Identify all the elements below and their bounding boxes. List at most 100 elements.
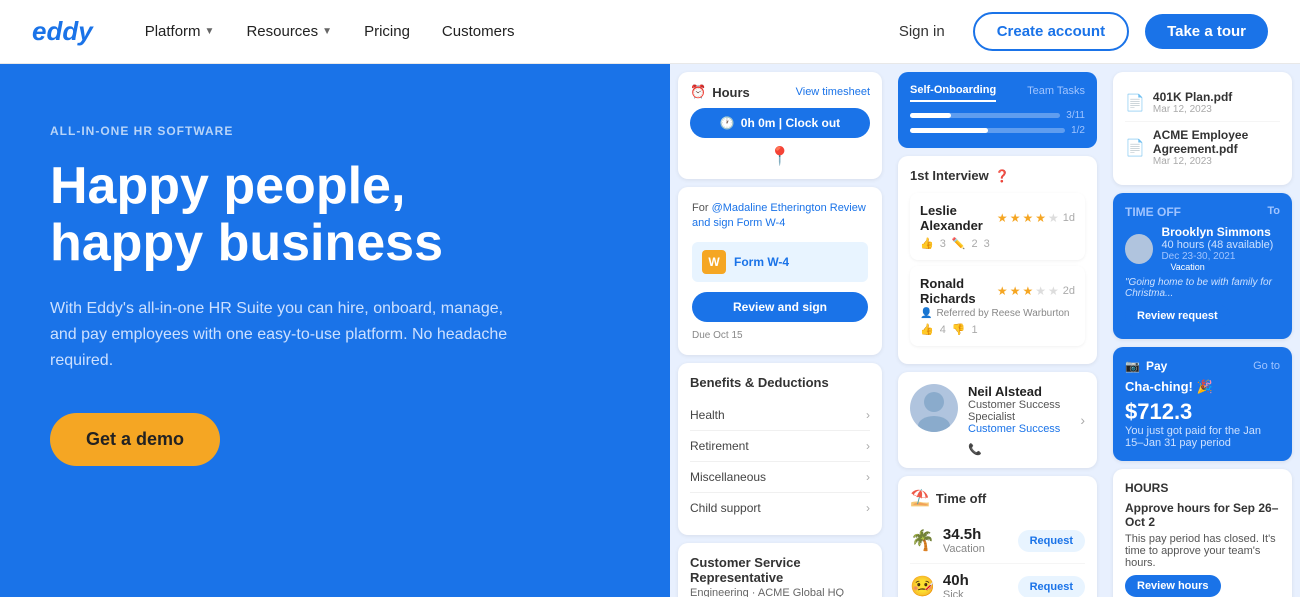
to-label: To [1267, 205, 1280, 219]
misc-arrow-icon: › [866, 470, 870, 484]
vacation-icon: 🌴 [910, 528, 935, 553]
interview-title: 1st Interview [910, 168, 989, 183]
candidate-2-name: Ronald Richards [920, 276, 997, 306]
profile-card: Neil Alstead Customer Success Specialist… [898, 372, 1097, 468]
sign-in-link[interactable]: Sign in [887, 15, 957, 48]
timeoff-employee-row: Brooklyn Simmons 40 hours (48 available)… [1125, 225, 1280, 273]
timeoff-approval-card: TIME OFF To Brooklyn Simmons 40 hours (4… [1113, 193, 1292, 339]
team-tasks-count: 1/2 [1071, 125, 1085, 136]
retirement-arrow-icon: › [866, 439, 870, 453]
employee-note: "Going home to be with family for Christ… [1125, 277, 1280, 299]
form-file-name: Form W-4 [734, 255, 789, 269]
benefits-title: Benefits & Deductions [690, 375, 870, 390]
docs-card: 📄 401K Plan.pdf Mar 12, 2023 📄 ACME Empl… [1113, 72, 1292, 185]
hours-approval-section: HOURS [1125, 481, 1280, 495]
job-title: Customer Service Representative [690, 555, 870, 585]
pay-subtitle: You just got paid for the Jan 15–Jan 31 … [1125, 425, 1280, 449]
self-onboarding-tab[interactable]: Self-Onboarding [910, 84, 996, 102]
brand-name: eddy [32, 16, 93, 47]
nav-customers[interactable]: Customers [430, 15, 527, 48]
doc-1-name: 401K Plan.pdf [1153, 90, 1280, 104]
self-onboarding-count: 3/11 [1066, 110, 1085, 121]
review-sign-button[interactable]: Review and sign [692, 292, 868, 322]
doc-2-date: Mar 12, 2023 [1153, 156, 1280, 167]
thumbdown-icon: 👎 [952, 323, 966, 336]
nav-pricing[interactable]: Pricing [352, 15, 422, 48]
hours-card: ⏰ Hours View timesheet 🕐 0h 0m | Clock o… [678, 72, 882, 179]
star-empty-icon: ★ [1048, 284, 1059, 298]
clock-circle-icon: 🕐 [720, 116, 735, 130]
nav-resources[interactable]: Resources ▼ [234, 15, 344, 48]
vacation-row: 🌴 34.5h Vacation Request [910, 518, 1085, 564]
candidate-row: Ronald Richards ★ ★ ★ ★ ★ 2d [910, 266, 1085, 346]
form-file-item: W Form W-4 [692, 242, 868, 282]
doc-info: ACME Employee Agreement.pdf Mar 12, 2023 [1153, 128, 1280, 167]
profile-arrow-icon[interactable]: › [1080, 412, 1085, 428]
star-icon: ★ [1010, 284, 1021, 298]
hours-title: ⏰ Hours [690, 84, 750, 100]
sick-request-button[interactable]: Request [1018, 576, 1085, 597]
candidate-1-days: 1d [1063, 212, 1075, 224]
sick-icon: 🤒 [910, 574, 935, 597]
vacation-type: Vacation [943, 543, 985, 555]
view-timesheet-link[interactable]: View timesheet [796, 86, 870, 98]
employee-details: Brooklyn Simmons 40 hours (48 available)… [1161, 225, 1280, 273]
team-tasks-tab[interactable]: Team Tasks [1027, 85, 1085, 101]
star-empty-icon: ★ [1035, 284, 1046, 298]
get-demo-button[interactable]: Get a demo [50, 413, 220, 466]
doc-info: 401K Plan.pdf Mar 12, 2023 [1153, 90, 1280, 115]
thumbup-icon: 👍 [920, 237, 934, 250]
camera-icon: 📷 [1125, 359, 1140, 373]
hero-section: ALL-IN-ONE HR SOFTWARE Happy people, hap… [0, 64, 670, 597]
star-empty-icon: ★ [1048, 211, 1059, 225]
team-tasks-progress-bar [910, 128, 1065, 133]
benefit-misc[interactable]: Miscellaneous › [690, 462, 870, 493]
platform-chevron-icon: ▼ [205, 26, 215, 37]
vacation-request-button[interactable]: Request [1018, 530, 1085, 552]
employee-dept: Customer Success [968, 423, 1070, 435]
clock-out-button[interactable]: 🕐 0h 0m | Clock out [690, 108, 870, 138]
benefits-card: Benefits & Deductions Health › Retiremen… [678, 363, 882, 535]
benefit-health[interactable]: Health › [690, 400, 870, 431]
person-icon: 👤 [920, 308, 932, 319]
doc-row: 📄 401K Plan.pdf Mar 12, 2023 [1125, 84, 1280, 122]
vacation-type-badge: Vacation [1165, 261, 1209, 273]
main-content: ALL-IN-ONE HR SOFTWARE Happy people, hap… [0, 64, 1300, 597]
hours-approval-card: HOURS Approve hours for Sep 26–Oct 2 Thi… [1113, 469, 1292, 597]
doc-1-date: Mar 12, 2023 [1153, 104, 1280, 115]
star-icon: ★ [1022, 211, 1033, 225]
review-request-button[interactable]: Review request [1125, 305, 1230, 327]
sick-hours: 40h [943, 572, 969, 589]
employee-name-label: Brooklyn Simmons [1161, 225, 1280, 239]
candidate-2-days: 2d [1063, 285, 1075, 297]
pay-go-label[interactable]: Go to [1253, 360, 1280, 372]
employee-role: Customer Success Specialist [968, 399, 1070, 423]
employee-name: Neil Alstead [968, 384, 1070, 399]
panels-area: ⏰ Hours View timesheet 🕐 0h 0m | Clock o… [670, 64, 1300, 597]
review-hours-button[interactable]: Review hours [1125, 575, 1221, 597]
health-arrow-icon: › [866, 408, 870, 422]
thumbup-icon: 👍 [920, 323, 934, 336]
employee-avatar [910, 384, 958, 432]
take-tour-button[interactable]: Take a tour [1145, 14, 1268, 49]
employee-info: Neil Alstead Customer Success Specialist… [968, 384, 1070, 456]
panel-col-2: Self-Onboarding Team Tasks 3/11 1/2 [890, 64, 1105, 597]
pay-amount: $712.3 [1125, 399, 1280, 425]
team-tasks-progress-row: 1/2 [910, 125, 1085, 136]
form-file-icon: W [702, 250, 726, 274]
dates-label: Dec 23-30, 2021 Vacation [1161, 251, 1280, 273]
star-icon: ★ [1035, 211, 1046, 225]
logo[interactable]: eddy [32, 16, 93, 47]
nav-platform[interactable]: Platform ▼ [133, 15, 227, 48]
star-icon: ★ [1010, 211, 1021, 225]
star-icon: ★ [997, 211, 1008, 225]
star-icon: ★ [997, 284, 1008, 298]
avatar-image [910, 384, 958, 432]
benefit-retirement[interactable]: Retirement › [690, 431, 870, 462]
benefit-child-support[interactable]: Child support › [690, 493, 870, 523]
create-account-button[interactable]: Create account [973, 12, 1129, 51]
interview-help-icon: ❓ [995, 169, 1010, 183]
timeoff-approval-label: TIME OFF [1125, 205, 1181, 219]
candidate-1-stars: ★ ★ ★ ★ ★ [997, 211, 1059, 225]
job-card: Customer Service Representative Engineer… [678, 543, 882, 597]
